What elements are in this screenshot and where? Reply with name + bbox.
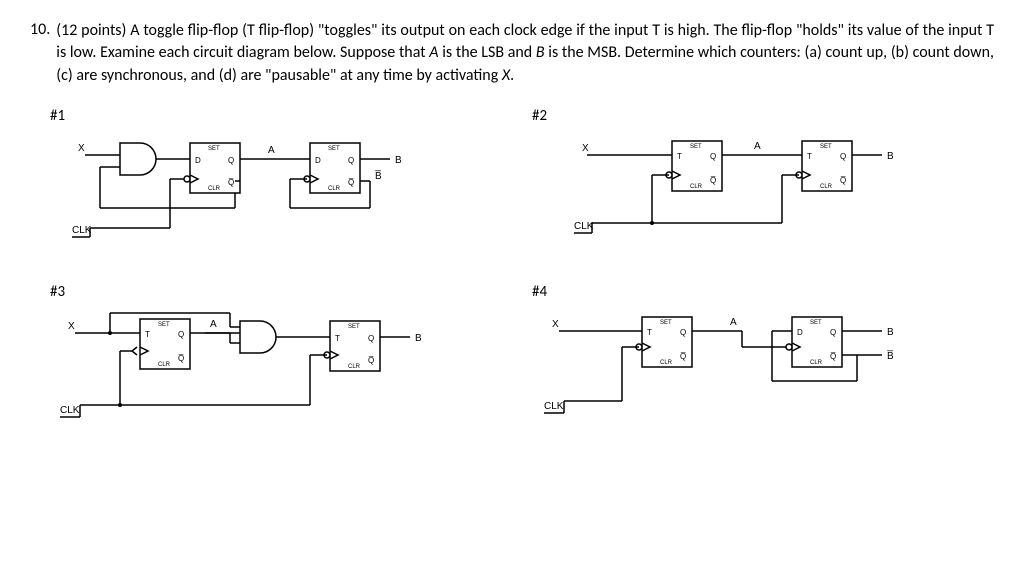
svg-text:D: D: [315, 156, 321, 165]
svg-text:CLK: CLK: [544, 401, 564, 412]
svg-text:B: B: [395, 155, 402, 166]
circuit-1-diagram: X D SET Q CLR Q̅ A: [50, 133, 490, 253]
svg-text:CLR: CLR: [820, 184, 833, 190]
circuit-3-diagram: X T SET Q CLR Q̅ A: [50, 309, 490, 429]
svg-text:T: T: [807, 152, 812, 161]
svg-text:SET: SET: [810, 320, 822, 326]
svg-text:SET: SET: [208, 146, 220, 152]
text-b: is the LSB and: [439, 43, 536, 62]
question-block: 10. (12 points) A toggle flip-flop (T fl…: [30, 20, 994, 87]
svg-text:A: A: [210, 319, 217, 330]
svg-text:X: X: [582, 143, 589, 154]
svg-text:CLR: CLR: [208, 186, 221, 192]
svg-text:Q̅: Q̅: [178, 354, 184, 363]
circuits-grid: #1 X D SET Q CLR Q̅: [30, 107, 994, 429]
svg-text:CLK: CLK: [574, 221, 594, 232]
svg-text:Q̅: Q̅: [840, 176, 846, 185]
svg-text:Q: Q: [840, 152, 846, 161]
circuit-1-label: #1: [50, 107, 512, 125]
circuit-4: #4 X T SET Q CLR Q̅ A D SET Q CLR: [532, 283, 994, 429]
text-d: .: [510, 66, 514, 85]
var-B: B: [536, 43, 545, 62]
svg-text:Q̅: Q̅: [348, 178, 354, 187]
circuit-2-diagram: X T SET Q CLR Q̅ A T SET Q CLR Q̅: [532, 133, 972, 253]
svg-text:T: T: [335, 334, 340, 343]
svg-text:Q: Q: [228, 156, 234, 165]
x-label: X: [78, 143, 85, 154]
svg-text:B̅: B̅: [887, 350, 894, 362]
svg-text:B: B: [887, 327, 894, 338]
svg-text:CLR: CLR: [348, 364, 361, 370]
svg-text:CLR: CLR: [158, 362, 171, 368]
svg-text:D: D: [797, 328, 803, 337]
circuit-3-label: #3: [50, 283, 512, 301]
svg-text:SET: SET: [660, 320, 672, 326]
svg-text:T: T: [145, 330, 150, 339]
var-A: A: [429, 43, 438, 62]
svg-text:T: T: [677, 152, 682, 161]
var-X: X: [502, 66, 510, 85]
svg-text:A: A: [754, 141, 761, 152]
svg-text:CLR: CLR: [690, 184, 703, 190]
svg-text:A: A: [730, 317, 737, 328]
svg-text:SET: SET: [820, 144, 832, 150]
svg-text:Q̅: Q̅: [368, 356, 374, 365]
points: (12 points): [56, 21, 126, 40]
svg-text:Q: Q: [830, 328, 836, 337]
circuit-4-diagram: X T SET Q CLR Q̅ A D SET Q CLR Q̅: [532, 309, 972, 429]
circuit-4-label: #4: [532, 283, 994, 301]
svg-text:SET: SET: [328, 146, 340, 152]
svg-text:Q: Q: [368, 334, 374, 343]
svg-text:T: T: [647, 328, 652, 337]
svg-text:B: B: [415, 333, 422, 344]
svg-text:D: D: [195, 156, 201, 165]
svg-text:SET: SET: [348, 324, 360, 330]
svg-text:Q: Q: [348, 156, 354, 165]
svg-text:CLR: CLR: [660, 360, 673, 366]
svg-text:CLR: CLR: [810, 360, 823, 366]
svg-text:Q̅: Q̅: [228, 178, 234, 187]
svg-text:B: B: [887, 151, 894, 162]
svg-text:Q̅: Q̅: [830, 352, 836, 361]
svg-text:B̅: B̅: [375, 170, 382, 182]
svg-text:Q: Q: [178, 330, 184, 339]
question-number: 10.: [30, 20, 56, 87]
svg-text:X: X: [68, 321, 75, 332]
circuit-2-label: #2: [532, 107, 994, 125]
svg-text:SET: SET: [690, 144, 702, 150]
circuit-3: #3 X T SET Q CLR Q̅ A: [50, 283, 512, 429]
circuit-1: #1 X D SET Q CLR Q̅: [50, 107, 512, 253]
svg-text:CLK: CLK: [60, 405, 80, 416]
svg-text:Q: Q: [680, 328, 686, 337]
clk-label: CLK: [72, 225, 92, 236]
svg-text:Q: Q: [710, 152, 716, 161]
svg-text:X: X: [552, 319, 559, 330]
question-body: (12 points) A toggle flip-flop (T flip-f…: [56, 20, 994, 87]
circuit-2: #2 X T SET Q CLR Q̅ A T SET Q CLR Q̅: [532, 107, 994, 253]
svg-text:Q̅: Q̅: [710, 176, 716, 185]
svg-text:A: A: [268, 145, 275, 156]
svg-text:SET: SET: [158, 322, 170, 328]
svg-text:CLR: CLR: [328, 186, 341, 192]
svg-text:Q̅: Q̅: [680, 352, 686, 361]
